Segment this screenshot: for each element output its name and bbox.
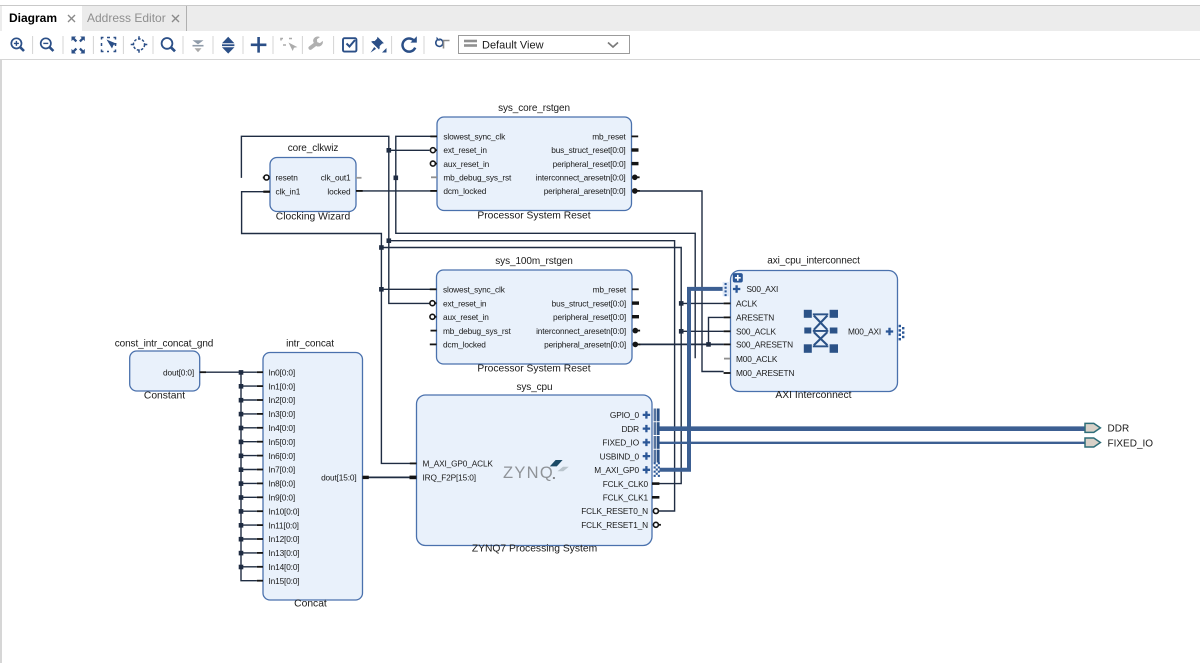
svg-text:M_AXI_GP0: M_AXI_GP0: [594, 465, 639, 475]
svg-text:dcm_locked: dcm_locked: [443, 340, 486, 350]
svg-text:mb_debug_sys_rst: mb_debug_sys_rst: [443, 326, 512, 336]
svg-text:AXI Interconnect: AXI Interconnect: [775, 390, 851, 401]
svg-text:dout[0:0]: dout[0:0]: [163, 367, 194, 377]
svg-text:In10[0:0]: In10[0:0]: [269, 506, 300, 516]
svg-text:In15[0:0]: In15[0:0]: [269, 576, 300, 586]
svg-text:In11[0:0]: In11[0:0]: [269, 520, 299, 530]
svg-text:In13[0:0]: In13[0:0]: [269, 548, 300, 558]
svg-text:ARESETN: ARESETN: [736, 313, 774, 323]
svg-text:core_clkwiz: core_clkwiz: [288, 143, 339, 154]
svg-text:aux_reset_in: aux_reset_in: [443, 159, 489, 169]
svg-text:ext_reset_in: ext_reset_in: [443, 145, 487, 155]
svg-text:FCLK_RESET0_N: FCLK_RESET0_N: [581, 506, 648, 516]
svg-text:axi_cpu_interconnect: axi_cpu_interconnect: [767, 256, 860, 267]
svg-text:In1[0:0]: In1[0:0]: [269, 381, 295, 391]
svg-text:Clocking Wizard: Clocking Wizard: [276, 212, 351, 223]
svg-text:slowest_sync_clk: slowest_sync_clk: [443, 285, 506, 295]
svg-text:const_intr_concat_gnd: const_intr_concat_gnd: [115, 339, 214, 350]
svg-text:M00_ACLK: M00_ACLK: [736, 354, 778, 364]
svg-text:S00_ARESETN: S00_ARESETN: [736, 340, 793, 350]
svg-text:bus_struct_reset[0:0]: bus_struct_reset[0:0]: [551, 145, 625, 155]
svg-text:sys_cpu: sys_cpu: [517, 382, 553, 393]
svg-text:locked: locked: [327, 187, 351, 197]
svg-text:M00_AXI: M00_AXI: [848, 327, 881, 337]
svg-text:Processor System Reset: Processor System Reset: [477, 364, 590, 375]
svg-text:FCLK_RESET1_N: FCLK_RESET1_N: [581, 520, 648, 530]
svg-text:In6[0:0]: In6[0:0]: [269, 451, 295, 461]
svg-text:FCLK_CLK1: FCLK_CLK1: [603, 493, 649, 503]
svg-text:GPIO_0: GPIO_0: [610, 410, 640, 420]
svg-text:S00_AXI: S00_AXI: [747, 284, 779, 294]
svg-text:bus_struct_reset[0:0]: bus_struct_reset[0:0]: [552, 298, 626, 308]
svg-text:ext_reset_in: ext_reset_in: [443, 298, 487, 308]
svg-text:interconnect_aresetn[0:0]: interconnect_aresetn[0:0]: [536, 173, 626, 183]
svg-text:peripheral_reset[0:0]: peripheral_reset[0:0]: [553, 159, 626, 169]
svg-text:In0[0:0]: In0[0:0]: [269, 367, 295, 377]
svg-text:dcm_locked: dcm_locked: [443, 186, 486, 196]
svg-text:interconnect_aresetn[0:0]: interconnect_aresetn[0:0]: [536, 326, 626, 336]
svg-text:peripheral_aresetn[0:0]: peripheral_aresetn[0:0]: [544, 186, 626, 196]
svg-text:Constant: Constant: [144, 391, 185, 402]
svg-text:mb_reset: mb_reset: [592, 132, 626, 142]
svg-text:DDR: DDR: [621, 424, 639, 434]
svg-text:In14[0:0]: In14[0:0]: [269, 562, 300, 572]
svg-text:In12[0:0]: In12[0:0]: [269, 534, 300, 544]
svg-text:S00_ACLK: S00_ACLK: [736, 327, 776, 337]
svg-text:USBIND_0: USBIND_0: [600, 451, 640, 461]
svg-text:IRQ_F2P[15:0]: IRQ_F2P[15:0]: [423, 473, 476, 483]
svg-text:Processor System Reset: Processor System Reset: [477, 211, 590, 222]
svg-text:peripheral_reset[0:0]: peripheral_reset[0:0]: [553, 312, 626, 322]
svg-text:ZYNQ7 Processing System: ZYNQ7 Processing System: [472, 544, 597, 555]
svg-text:dout[15:0]: dout[15:0]: [321, 473, 356, 483]
svg-text:In3[0:0]: In3[0:0]: [269, 409, 295, 419]
svg-text:In4[0:0]: In4[0:0]: [269, 423, 295, 433]
svg-text:FCLK_CLK0: FCLK_CLK0: [603, 479, 649, 489]
svg-text:mb_debug_sys_rst: mb_debug_sys_rst: [443, 173, 512, 183]
svg-text:peripheral_aresetn[0:0]: peripheral_aresetn[0:0]: [544, 340, 626, 350]
svg-text:In7[0:0]: In7[0:0]: [269, 465, 295, 475]
svg-text:clk_in1: clk_in1: [276, 187, 301, 197]
svg-text:resetn: resetn: [276, 173, 299, 183]
svg-text:sys_100m_rstgen: sys_100m_rstgen: [495, 256, 572, 267]
svg-text:M00_ARESETN: M00_ARESETN: [736, 368, 794, 378]
svg-text:mb_reset: mb_reset: [593, 285, 627, 295]
svg-text:intr_concat: intr_concat: [286, 339, 334, 350]
svg-text:FIXED_IO: FIXED_IO: [1108, 438, 1154, 449]
svg-text:ZYNQ: ZYNQ: [503, 464, 554, 482]
svg-text:FIXED_IO: FIXED_IO: [602, 438, 639, 448]
svg-text:aux_reset_in: aux_reset_in: [443, 312, 489, 322]
svg-text:In2[0:0]: In2[0:0]: [269, 395, 295, 405]
svg-text:Default View: Default View: [482, 40, 544, 52]
svg-text:Concat: Concat: [294, 599, 327, 610]
svg-text:DDR: DDR: [1108, 424, 1130, 435]
svg-text:ACLK: ACLK: [736, 299, 758, 309]
svg-text:In9[0:0]: In9[0:0]: [269, 493, 295, 503]
svg-text:clk_out1: clk_out1: [321, 173, 351, 183]
svg-text:slowest_sync_clk: slowest_sync_clk: [443, 132, 506, 142]
svg-text:In8[0:0]: In8[0:0]: [269, 479, 295, 489]
svg-text:sys_core_rstgen: sys_core_rstgen: [498, 103, 570, 114]
svg-text:M_AXI_GP0_ACLK: M_AXI_GP0_ACLK: [423, 459, 494, 469]
svg-text:In5[0:0]: In5[0:0]: [269, 437, 295, 447]
